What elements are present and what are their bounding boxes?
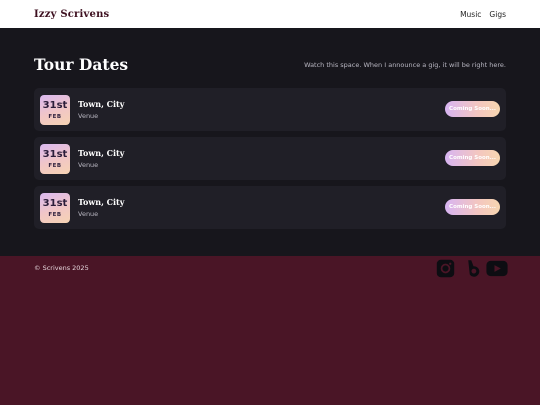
- top-navbar: Izzy Scrivens Music Gigs: [0, 0, 540, 28]
- gig-month: FEB: [48, 113, 62, 120]
- nav-link-music[interactable]: Music: [460, 10, 481, 19]
- gig-day: 31st: [42, 197, 68, 209]
- gig-card: 31st FEB Town, City Venue Coming Soon...: [34, 186, 506, 229]
- gig-notice: Watch this space. When I announce a gig,…: [304, 60, 506, 69]
- gig-month: FEB: [48, 211, 62, 218]
- main-nav: Music Gigs: [460, 10, 506, 19]
- nav-link-gigs[interactable]: Gigs: [489, 10, 506, 19]
- date-badge: 31st FEB: [40, 192, 70, 223]
- gig-info: Town, City Venue: [78, 197, 124, 218]
- gig-card: 31st FEB Town, City Venue Coming Soon...: [34, 88, 506, 131]
- date-badge: 31st FEB: [40, 94, 70, 125]
- gig-info: Town, City Venue: [78, 148, 124, 169]
- coming-soon-button[interactable]: Coming Soon...: [445, 150, 500, 166]
- gig-place: Town, City: [78, 197, 125, 207]
- gig-venue: Venue: [78, 210, 99, 218]
- page-title: Tour Dates: [34, 55, 129, 74]
- gig-card: 31st FEB Town, City Venue Coming Soon...: [34, 137, 506, 180]
- copyright-text: © Scrivens 2025: [34, 264, 89, 272]
- youtube-icon[interactable]: [486, 260, 508, 277]
- gig-info: Town, City Venue: [78, 99, 124, 120]
- coming-soon-button[interactable]: Coming Soon...: [445, 199, 500, 215]
- gig-day: 31st: [42, 99, 68, 111]
- coming-soon-button[interactable]: Coming Soon...: [445, 101, 500, 117]
- gig-venue: Venue: [78, 161, 99, 169]
- gig-day: 31st: [42, 148, 68, 160]
- gig-place: Town, City: [78, 148, 125, 158]
- gig-venue: Venue: [78, 112, 99, 120]
- site-footer: © Scrivens 2025: [0, 256, 540, 405]
- bandlab-icon[interactable]: [466, 259, 481, 278]
- gig-list: 31st FEB Town, City Venue Coming Soon...…: [34, 88, 506, 235]
- social-links: [436, 259, 508, 278]
- site-brand[interactable]: Izzy Scrivens: [34, 9, 109, 20]
- instagram-icon[interactable]: [436, 259, 455, 278]
- gig-place: Town, City: [78, 99, 125, 109]
- gig-month: FEB: [48, 162, 62, 169]
- tour-dates-section: Tour Dates Watch this space. When I anno…: [0, 28, 540, 256]
- section-header: Tour Dates Watch this space. When I anno…: [34, 55, 506, 74]
- date-badge: 31st FEB: [40, 143, 70, 174]
